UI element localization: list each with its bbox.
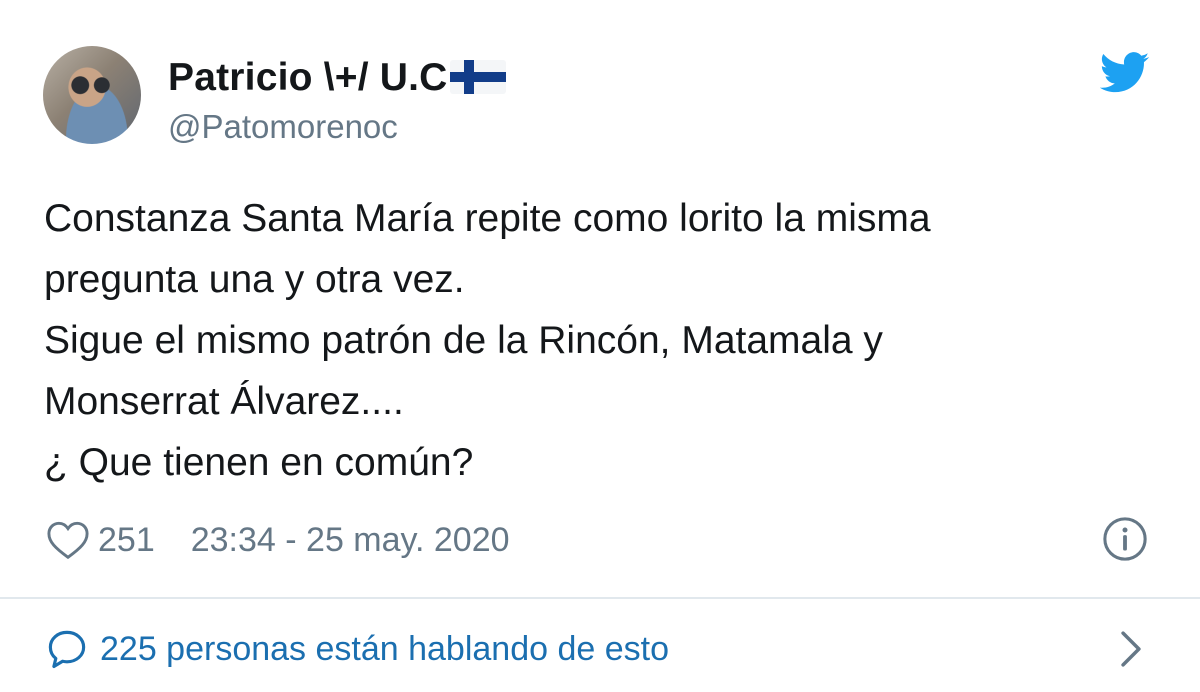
tweet-timestamp[interactable]: 23:34 - 25 may. 2020 [191,521,510,560]
speech-bubble-icon [48,630,86,669]
tweet-text: Constanza Santa María repite como lorito… [44,197,931,484]
display-name[interactable]: Patricio \+/ U.C [168,56,448,100]
user-handle[interactable]: @Patomorenoc [168,108,398,146]
conversation-link[interactable]: 225 personas están hablando de esto [46,626,669,672]
info-icon[interactable] [1102,516,1148,562]
conversation-label[interactable]: 225 personas están hablando de esto [100,630,669,669]
divider [0,597,1200,599]
heart-icon[interactable] [46,520,90,560]
like-count[interactable]: 251 [98,521,155,560]
avatar[interactable] [43,46,141,144]
tweet-meta: 251 23:34 - 25 may. 2020 [46,516,510,564]
chevron-right-icon[interactable] [1118,630,1144,668]
twitter-bird-icon[interactable] [1100,52,1150,94]
author-name-row[interactable]: Patricio \+/ U.C [168,54,506,102]
finland-flag-icon [449,60,506,94]
